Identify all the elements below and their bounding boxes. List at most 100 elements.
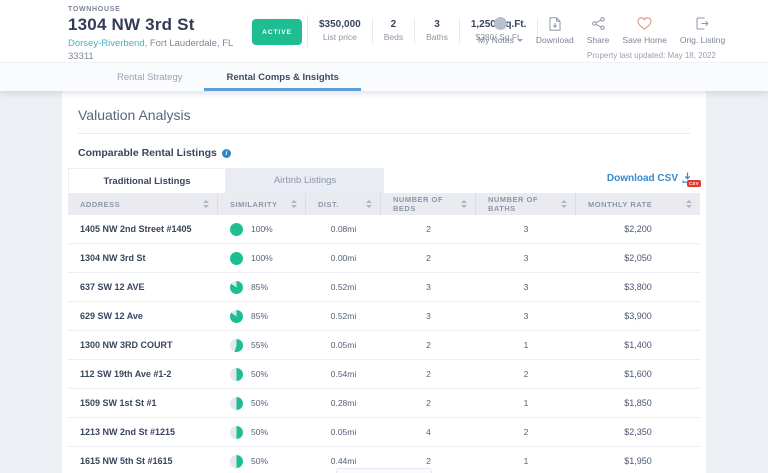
similarity-pie-icon <box>230 368 243 381</box>
comp-address: 1615 NW 5th St #1615 <box>68 456 218 466</box>
comp-distance: 0.05mi <box>306 427 381 437</box>
comp-address: 637 SW 12 AVE <box>68 282 218 292</box>
table-row[interactable]: 1405 NW 2nd Street #1405 100% 0.08mi 2 3… <box>68 215 700 244</box>
comp-baths: 3 <box>476 224 576 234</box>
comp-distance: 0.08mi <box>306 224 381 234</box>
column-label: SIMILARITY <box>230 200 278 209</box>
tab-airbnb-listings[interactable]: Airbnb Listings <box>226 168 384 193</box>
comp-distance: 0.54mi <box>306 369 381 379</box>
comps-table: ADDRESS SIMILARITY DIST. NUMBER OF BEDS … <box>68 193 700 473</box>
comp-address: 1213 NW 2nd St #1215 <box>68 427 218 437</box>
comp-similarity: 55% <box>218 339 306 352</box>
tab-rental-strategy[interactable]: Rental Strategy <box>95 63 204 91</box>
last-updated-text: Property last updated: May 18, 2022 <box>587 51 716 60</box>
chevron-down-icon <box>517 39 523 42</box>
column-label: NUMBER OF BEDS <box>393 195 461 213</box>
column-label: DIST. <box>318 200 339 209</box>
comp-monthly-rate: $1,950 <box>576 456 700 466</box>
listing-tabs-row: Traditional Listings Airbnb Listings Dow… <box>68 168 700 193</box>
page-title: 1304 NW 3rd St <box>68 15 248 35</box>
sort-icon[interactable] <box>366 200 372 208</box>
column-header-baths[interactable]: NUMBER OF BATHS <box>476 193 576 215</box>
comps-table-header: ADDRESS SIMILARITY DIST. NUMBER OF BEDS … <box>68 193 700 215</box>
info-icon[interactable]: i <box>222 149 231 158</box>
section-divider <box>78 133 690 134</box>
comp-similarity: 50% <box>218 397 306 410</box>
column-header-distance[interactable]: DIST. <box>306 193 381 215</box>
comp-address: 629 SW 12 Ave <box>68 311 218 321</box>
sort-icon[interactable] <box>561 200 567 208</box>
comp-beds: 2 <box>381 369 476 379</box>
comp-beds: 2 <box>381 456 476 466</box>
comp-address: 1405 NW 2nd Street #1405 <box>68 224 218 234</box>
sort-icon[interactable] <box>686 200 692 208</box>
similarity-pie-icon <box>230 281 243 294</box>
csv-badge: CSV <box>687 180 701 187</box>
table-row[interactable]: 112 SW 19th Ave #1-2 50% 0.54mi 2 2 $1,6… <box>68 360 700 389</box>
comp-monthly-rate: $2,350 <box>576 427 700 437</box>
comp-similarity: 100% <box>218 223 306 236</box>
table-row[interactable]: 629 SW 12 Ave 85% 0.52mi 3 3 $3,900 <box>68 302 700 331</box>
view-more-button[interactable] <box>336 468 432 473</box>
download-button[interactable]: Download <box>536 16 574 45</box>
stat-value: 3 <box>426 18 448 32</box>
column-header-similarity[interactable]: SIMILARITY <box>218 193 306 215</box>
table-row[interactable]: 637 SW 12 AVE 85% 0.52mi 3 3 $3,800 <box>68 273 700 302</box>
similarity-pie-icon <box>230 339 243 352</box>
comp-baths: 1 <box>476 398 576 408</box>
save-home-button[interactable]: Save Home <box>622 16 666 45</box>
similarity-pie-icon <box>230 252 243 265</box>
main-tab-bar: Rental Strategy Rental Comps & Insights <box>0 62 768 91</box>
comp-baths: 3 <box>476 311 576 321</box>
table-row[interactable]: 1304 NW 3rd St 100% 0.00mi 2 3 $2,050 <box>68 244 700 273</box>
table-row[interactable]: 1300 NW 3RD COURT 55% 0.05mi 2 1 $1,400 <box>68 331 700 360</box>
heart-icon <box>637 16 652 31</box>
comp-beds: 2 <box>381 224 476 234</box>
similarity-percent: 50% <box>251 398 268 408</box>
external-listing-icon <box>696 16 709 31</box>
column-label: NUMBER OF BATHS <box>488 195 561 213</box>
comp-beds: 4 <box>381 427 476 437</box>
tab-rental-comps-insights[interactable]: Rental Comps & Insights <box>204 63 360 91</box>
property-address: Dorsey-Riverbend, Fort Lauderdale, FL 33… <box>68 38 243 64</box>
similarity-pie-icon <box>230 223 243 236</box>
download-csv-label: Download CSV <box>607 173 678 184</box>
sort-icon[interactable] <box>203 200 209 208</box>
property-type-label: TOWNHOUSE <box>68 6 248 13</box>
comp-distance: 0.52mi <box>306 311 381 321</box>
table-row[interactable]: 1213 NW 2nd St #1215 50% 0.05mi 4 2 $2,3… <box>68 418 700 447</box>
column-header-address[interactable]: ADDRESS <box>68 193 218 215</box>
my-notes-button[interactable]: My Notes <box>478 16 523 45</box>
property-header: TOWNHOUSE 1304 NW 3rd St Dorsey-Riverben… <box>0 0 768 62</box>
neighborhood-link[interactable]: Dorsey-Riverbend <box>68 38 145 49</box>
sort-icon[interactable] <box>461 200 467 208</box>
tab-traditional-listings[interactable]: Traditional Listings <box>68 168 226 193</box>
share-button[interactable]: Share <box>587 16 610 45</box>
stat-label: Baths <box>426 32 448 43</box>
comp-similarity: 50% <box>218 455 306 468</box>
action-label: Orig. Listing <box>680 35 725 45</box>
comps-title-row: Comparable Rental Listings i <box>78 147 690 159</box>
similarity-percent: 85% <box>251 311 268 321</box>
column-header-monthly-rate[interactable]: MONTHLY RATE <box>576 193 700 215</box>
comp-distance: 0.00mi <box>306 253 381 263</box>
comp-beds: 3 <box>381 311 476 321</box>
action-label: Save Home <box>622 35 666 45</box>
column-header-beds[interactable]: NUMBER OF BEDS <box>381 193 476 215</box>
orig-listing-button[interactable]: Orig. Listing <box>680 16 725 45</box>
stat-beds: 2 Beds <box>373 18 415 43</box>
comp-monthly-rate: $2,200 <box>576 224 700 234</box>
comp-similarity: 50% <box>218 368 306 381</box>
similarity-pie-icon <box>230 397 243 410</box>
table-row[interactable]: 1509 SW 1st St #1 50% 0.28mi 2 1 $1,850 <box>68 389 700 418</box>
download-csv-link[interactable]: Download CSV CSV <box>607 172 698 185</box>
sort-icon[interactable] <box>291 200 297 208</box>
valuation-card: Valuation Analysis Comparable Rental Lis… <box>62 91 706 473</box>
action-label: My Notes <box>478 35 514 45</box>
comp-baths: 2 <box>476 427 576 437</box>
share-nodes-icon <box>592 16 605 31</box>
comp-similarity: 50% <box>218 426 306 439</box>
stat-list-price: $350,000 List price <box>308 18 373 43</box>
comp-baths: 3 <box>476 282 576 292</box>
comps-table-body: 1405 NW 2nd Street #1405 100% 0.08mi 2 3… <box>68 215 700 473</box>
